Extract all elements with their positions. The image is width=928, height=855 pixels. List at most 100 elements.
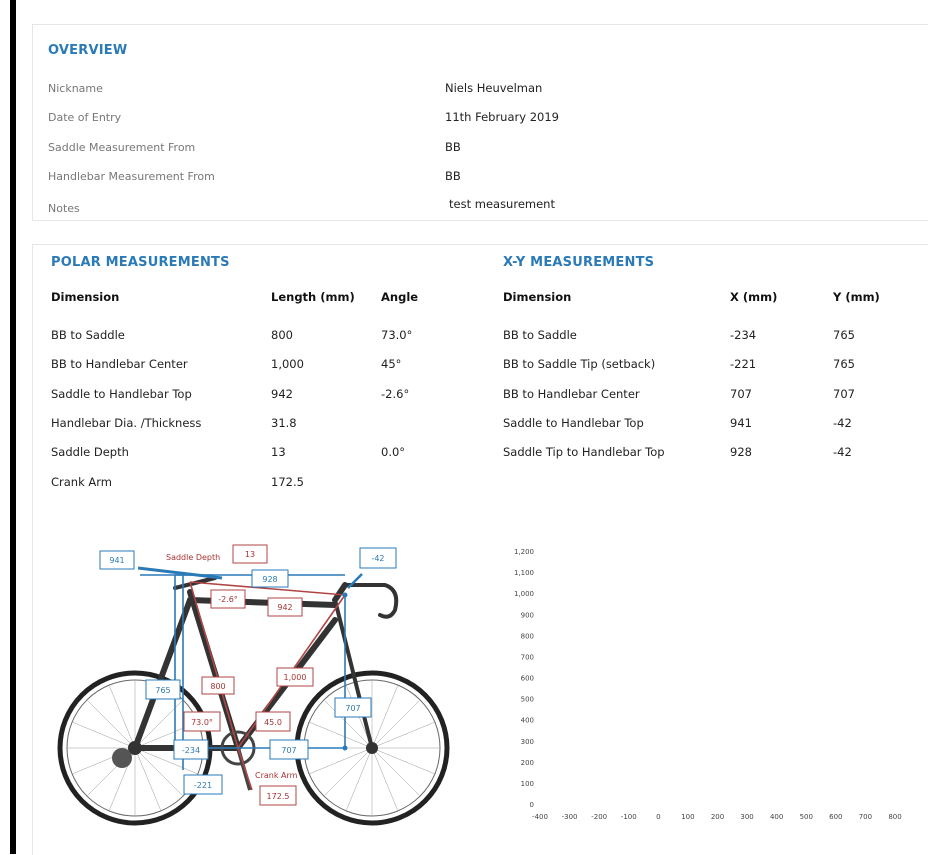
handlebar-from-label: Handlebar Measurement From [48, 170, 215, 183]
label-707-horizontal: 707 [269, 739, 309, 760]
svg-text:172.5: 172.5 [267, 792, 290, 801]
y-tick-label: 500 [521, 696, 534, 704]
notes-value: test measurement [449, 197, 555, 211]
svg-text:941: 941 [109, 556, 124, 565]
xy-header-x: X (mm) [730, 290, 778, 304]
label-neg26: -2.6° [210, 589, 246, 609]
svg-text:942: 942 [277, 603, 292, 612]
y-tick-label: 800 [521, 632, 534, 640]
xy-row-x: 928 [730, 445, 752, 459]
y-tick-label: 400 [521, 717, 534, 725]
label-941: 941 [99, 550, 135, 570]
label-942: 942 [267, 597, 303, 617]
xy-row-y: 707 [833, 387, 855, 401]
y-tick-label: 100 [521, 780, 534, 788]
xy-row-x: -234 [730, 328, 757, 342]
x-tick-label: 300 [740, 813, 753, 821]
x-tick-label: 800 [888, 813, 901, 821]
polar-row-dim: Handlebar Dia. /Thickness [51, 416, 202, 430]
xy-chart: 0 100 200 300 400 500 600 700 800 900 1,000 1,100 1,… [514, 548, 902, 821]
label-neg42: -42 [359, 547, 397, 569]
label-neg221: -221 [183, 774, 223, 795]
polar-row-dim: BB to Saddle [51, 328, 125, 342]
polar-row-angle: 73.0° [381, 328, 413, 342]
xy-row-y: 765 [833, 357, 855, 371]
polar-row-length: 172.5 [271, 475, 304, 489]
label-45: 45.0 [255, 711, 291, 732]
label-1725: 172.5 [259, 785, 297, 806]
x-tick-label: -200 [591, 813, 607, 821]
svg-text:-42: -42 [371, 554, 384, 563]
polar-row-length: 13 [271, 445, 286, 459]
polar-row-length: 942 [271, 387, 293, 401]
svg-text:928: 928 [262, 575, 277, 584]
polar-row-dim: Saddle to Handlebar Top [51, 387, 192, 401]
label-707-vertical: 707 [334, 697, 372, 718]
xy-title: X-Y MEASUREMENTS [503, 255, 655, 270]
polar-row-dim: BB to Handlebar Center [51, 357, 188, 371]
nickname-value: Niels Heuvelman [445, 81, 543, 95]
polar-row-length: 31.8 [271, 416, 297, 430]
svg-text:800: 800 [210, 682, 225, 691]
xy-row-dim: BB to Handlebar Center [503, 387, 640, 401]
saddle-depth-label: Saddle Depth [166, 553, 220, 562]
polar-row-angle: 45° [381, 357, 402, 371]
overview-card: OVERVIEW Nickname Niels Heuvelman Date o… [32, 24, 928, 221]
left-edge-bar [10, 0, 16, 854]
x-tick-label: -100 [621, 813, 637, 821]
polar-row-dim: Saddle Depth [51, 445, 129, 459]
y-tick-label: 1,200 [514, 548, 534, 556]
crank-arm-label: Crank Arm [255, 771, 298, 780]
y-tick-label: 600 [521, 675, 534, 683]
nickname-label: Nickname [48, 82, 103, 95]
label-928: 928 [251, 569, 289, 588]
saddle-from-label: Saddle Measurement From [48, 141, 196, 154]
svg-text:73.0°: 73.0° [191, 718, 213, 727]
svg-text:45.0: 45.0 [264, 718, 282, 727]
xy-row-y: -42 [833, 445, 852, 459]
x-tick-label: 500 [800, 813, 813, 821]
y-tick-label: 1,100 [514, 569, 534, 577]
xy-row-x: -221 [730, 357, 757, 371]
svg-text:707: 707 [281, 746, 296, 755]
polar-row-length: 1,000 [271, 357, 304, 371]
polar-header-length: Length (mm) [271, 290, 355, 304]
y-tick-label: 0 [530, 801, 534, 809]
polar-row-angle: -2.6° [381, 387, 410, 401]
x-tick-label: 0 [656, 813, 660, 821]
label-13: 13 [232, 544, 268, 564]
x-tick-label: -400 [532, 813, 548, 821]
label-73: 73.0° [183, 711, 221, 732]
svg-text:707: 707 [345, 704, 360, 713]
svg-text:765: 765 [155, 686, 170, 695]
notes-label: Notes [48, 202, 80, 215]
xy-header-dimension: Dimension [503, 290, 572, 304]
x-tick-label: -300 [562, 813, 578, 821]
xy-row-x: 707 [730, 387, 752, 401]
polar-row-length: 800 [271, 328, 293, 342]
y-tick-label: 1,000 [514, 590, 534, 598]
y-tick-label: 900 [521, 611, 534, 619]
polar-title: POLAR MEASUREMENTS [51, 255, 230, 270]
polar-header-dimension: Dimension [51, 290, 120, 304]
date-label: Date of Entry [48, 111, 122, 124]
y-tick-label: 300 [521, 738, 534, 746]
svg-text:-234: -234 [182, 746, 200, 755]
xy-row-y: 765 [833, 328, 855, 342]
overview-title: OVERVIEW [48, 43, 128, 58]
xy-row-dim: Saddle to Handlebar Top [503, 416, 644, 430]
label-neg234: -234 [173, 739, 209, 760]
svg-text:1,000: 1,000 [284, 673, 307, 682]
svg-text:-2.6°: -2.6° [218, 595, 238, 604]
xy-row-y: -42 [833, 416, 852, 430]
xy-header-y: Y (mm) [833, 290, 880, 304]
x-tick-label: 600 [829, 813, 842, 821]
svg-text:13: 13 [245, 550, 255, 559]
xy-row-dim: Saddle Tip to Handlebar Top [503, 445, 665, 459]
polar-row-dim: Crank Arm [51, 475, 113, 489]
polar-row-angle: 0.0° [381, 445, 406, 459]
label-800: 800 [201, 676, 235, 695]
y-tick-label: 700 [521, 653, 534, 661]
x-tick-label: 100 [681, 813, 694, 821]
label-765: 765 [145, 679, 181, 700]
